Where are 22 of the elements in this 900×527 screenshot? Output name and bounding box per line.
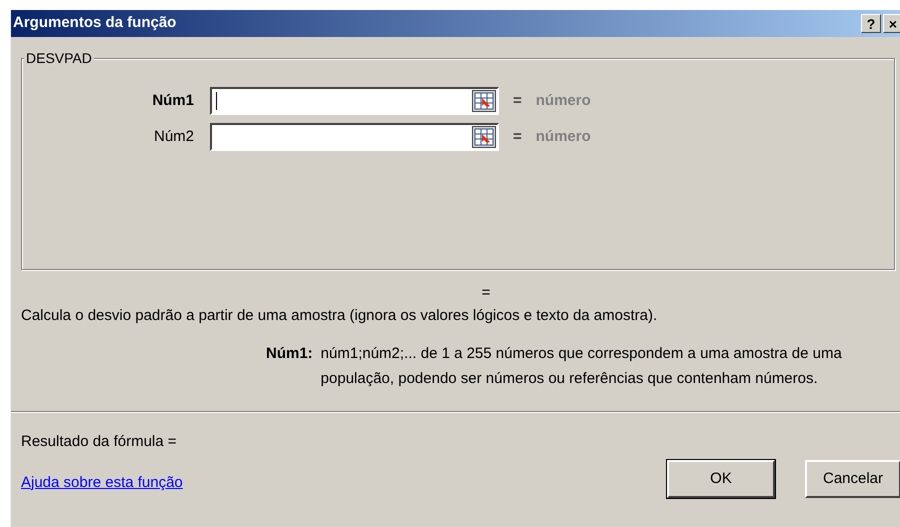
ok-button[interactable]: OK <box>667 460 775 498</box>
equals-sign: = <box>513 90 522 111</box>
help-button[interactable]: ? <box>861 14 881 33</box>
argument-value: número <box>536 126 591 147</box>
function-description: Calcula o desvio padrão a partir de uma amostra (ignora os valores lógicos e texto da amostra). <box>21 306 658 326</box>
argument-field[interactable] <box>210 87 499 115</box>
formula-result: Resultado da fórmula = <box>21 432 177 452</box>
argument-value: número <box>536 90 591 111</box>
collapse-dialog-icon[interactable] <box>472 90 496 112</box>
argument-label: Núm2 <box>152 126 195 147</box>
argument-label: Núm1 <box>151 90 195 111</box>
argument-field[interactable] <box>210 123 499 151</box>
equals-sign: = <box>513 126 522 147</box>
argument-help: núm1;núm2;... de 1 a 255 números que correspondem a uma amostra de uma população, podendo ser números ou referências que contenham números. <box>320 344 843 389</box>
window-title: Argumentos da função <box>13 13 176 34</box>
collapse-dialog-icon[interactable] <box>472 126 496 148</box>
function-result: = <box>482 283 490 302</box>
text-cursor <box>216 92 217 110</box>
help-link[interactable]: Ajuda sobre esta função <box>21 472 183 494</box>
argument-label: Núm1: <box>266 344 313 364</box>
close-button[interactable]: × <box>883 14 900 33</box>
cancel-button[interactable]: Cancelar <box>805 460 900 498</box>
